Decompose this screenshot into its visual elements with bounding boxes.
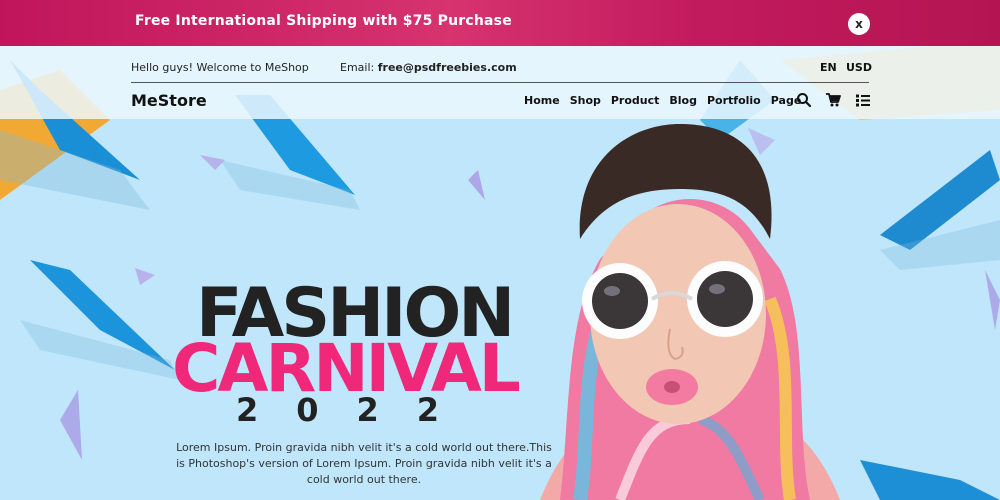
nav-blog[interactable]: Blog bbox=[669, 94, 697, 107]
contact-email: Email: free@psdfreebies.com bbox=[340, 61, 517, 74]
header-divider bbox=[131, 82, 869, 83]
email-link[interactable]: free@psdfreebies.com bbox=[378, 61, 517, 74]
nav-product[interactable]: Product bbox=[611, 94, 660, 107]
hero-description: Lorem Ipsum. Proin gravida nibh velit it… bbox=[176, 441, 552, 486]
site-logo[interactable]: MeStore bbox=[131, 91, 207, 110]
search-icon[interactable] bbox=[796, 92, 812, 108]
promo-text: Free International Shipping with $75 Pur… bbox=[135, 13, 512, 29]
main-nav: Home Shop Product Blog Portfolio Page bbox=[524, 94, 811, 107]
menu-list-icon[interactable] bbox=[855, 92, 871, 108]
hero-year: 2022 bbox=[236, 391, 478, 429]
close-promo-button[interactable]: x bbox=[848, 13, 870, 35]
nav-shop[interactable]: Shop bbox=[570, 94, 601, 107]
cart-icon[interactable] bbox=[825, 92, 841, 108]
promo-bar: Free International Shipping with $75 Pur… bbox=[0, 0, 1000, 46]
email-label: Email: bbox=[340, 61, 378, 74]
model-portrait-image bbox=[540, 124, 840, 500]
nav-home[interactable]: Home bbox=[524, 94, 560, 107]
site-header: Hello guys! Welcome to MeShop Email: fre… bbox=[0, 46, 1000, 119]
currency-selector[interactable]: USD bbox=[846, 61, 872, 74]
language-selector[interactable]: EN bbox=[820, 61, 837, 74]
welcome-message: Hello guys! Welcome to MeShop bbox=[131, 61, 309, 74]
nav-portfolio[interactable]: Portfolio bbox=[707, 94, 761, 107]
